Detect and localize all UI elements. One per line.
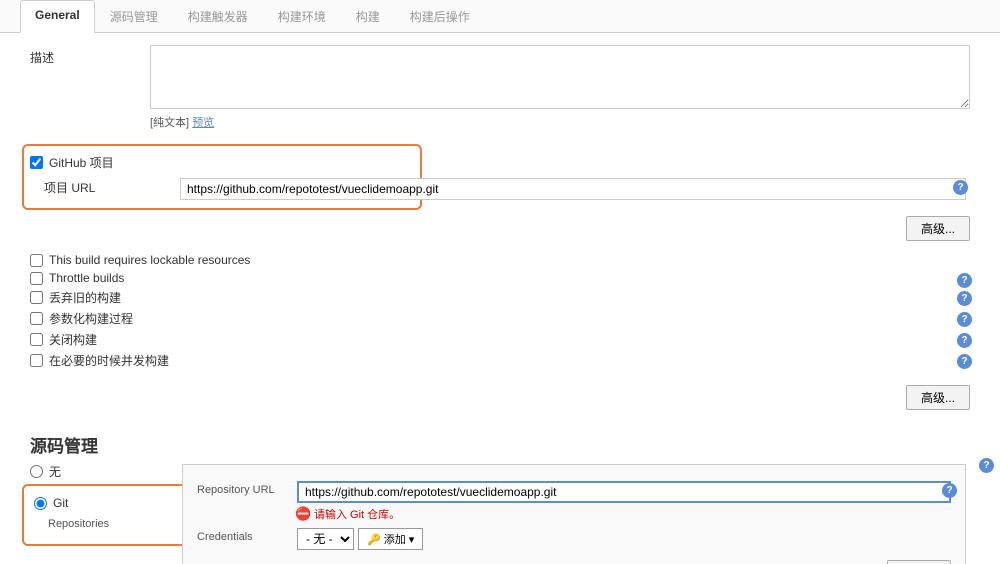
tab-triggers[interactable]: 构建触发器	[173, 0, 263, 32]
concurrent-label: 在必要的时候并发构建	[49, 352, 169, 369]
description-label: 描述	[30, 45, 150, 70]
disable-checkbox[interactable]	[30, 333, 43, 346]
preview-link[interactable]: 预览	[192, 117, 214, 129]
help-icon[interactable]: ?	[957, 291, 972, 306]
github-project-label: GitHub 项目	[49, 154, 114, 171]
help-icon[interactable]: ?	[953, 180, 968, 195]
throttle-label: Throttle builds	[49, 271, 124, 285]
github-project-checkbox[interactable]	[30, 156, 43, 169]
tab-general[interactable]: General	[20, 0, 95, 33]
discard-checkbox[interactable]	[30, 291, 43, 304]
error-icon: ⛔	[297, 508, 310, 521]
scm-heading: 源码管理	[30, 432, 970, 457]
config-tabs: General 源码管理 构建触发器 构建环境 构建 构建后操作	[0, 0, 1000, 33]
lockable-checkbox[interactable]	[30, 254, 43, 267]
help-icon[interactable]: ?	[957, 354, 972, 369]
repo-url-label: Repository URL	[197, 481, 297, 496]
tab-postbuild[interactable]: 构建后操作	[395, 0, 485, 32]
advanced-button-2[interactable]: 高级...	[906, 385, 970, 410]
throttle-checkbox[interactable]	[30, 272, 43, 285]
param-checkbox[interactable]	[30, 312, 43, 325]
credentials-select[interactable]: - 无 -	[297, 528, 354, 550]
credentials-label: Credentials	[197, 528, 297, 543]
description-hint: [纯文本] 预览	[150, 114, 970, 130]
tab-scm[interactable]: 源码管理	[95, 0, 173, 32]
description-textarea[interactable]	[150, 45, 970, 109]
tab-environment[interactable]: 构建环境	[263, 0, 341, 32]
concurrent-checkbox[interactable]	[30, 354, 43, 367]
param-label: 参数化构建过程	[49, 310, 133, 327]
advanced-button-1[interactable]: 高级...	[906, 216, 970, 241]
repo-url-error: ⛔ 请输入 Git 仓库。	[297, 506, 951, 522]
discard-label: 丢弃旧的构建	[49, 289, 121, 306]
add-credentials-button[interactable]: 🔑 添加 ▾	[358, 528, 423, 550]
project-url-label: 项目 URL	[44, 175, 148, 200]
help-icon[interactable]: ?	[957, 273, 972, 288]
help-icon[interactable]: ?	[957, 333, 972, 348]
help-icon[interactable]: ?	[957, 312, 972, 327]
disable-label: 关闭构建	[49, 331, 97, 348]
repo-url-input[interactable]	[297, 481, 951, 503]
advanced-button-3[interactable]: 高级...	[887, 560, 951, 564]
help-icon[interactable]: ?	[979, 458, 994, 473]
help-icon[interactable]: ?	[942, 483, 957, 498]
project-url-input[interactable]	[180, 178, 966, 200]
lockable-label: This build requires lockable resources	[49, 253, 250, 267]
tab-build[interactable]: 构建	[341, 0, 395, 32]
